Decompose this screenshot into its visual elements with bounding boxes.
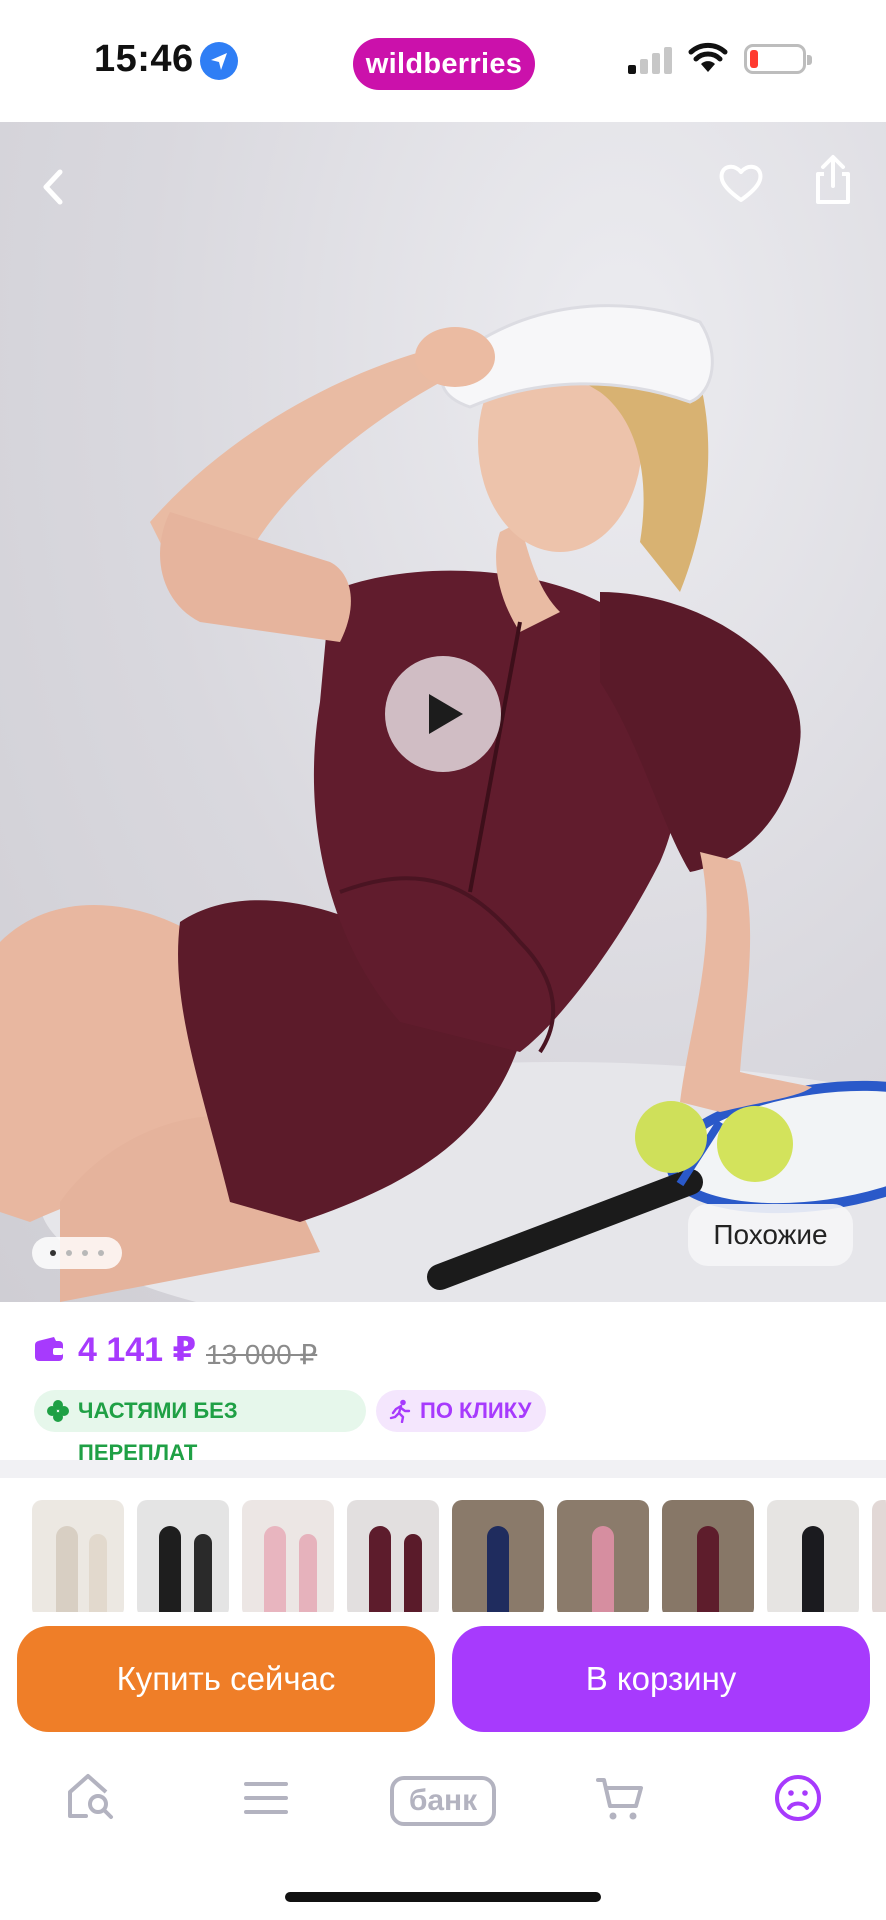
running-person-icon xyxy=(389,1399,411,1423)
cellular-signal-icon xyxy=(628,46,674,74)
installment-badge[interactable]: ЧАСТЯМИ БЕЗ ПЕРЕПЛАТ xyxy=(34,1390,366,1465)
variant-thumbnail[interactable] xyxy=(137,1500,229,1618)
wallet-icon xyxy=(35,1337,63,1361)
tab-profile[interactable] xyxy=(774,1774,822,1827)
installment-badge-label: ЧАСТЯМИ БЕЗ ПЕРЕПЛАТ xyxy=(78,1398,238,1465)
variant-thumbnail[interactable] xyxy=(32,1500,124,1618)
back-chevron-icon xyxy=(43,169,63,205)
product-image-gallery[interactable]: Похожие xyxy=(0,122,886,1302)
variant-thumbnail[interactable] xyxy=(242,1500,334,1618)
one-click-badge-label: ПО КЛИКУ xyxy=(420,1398,532,1423)
variant-thumbnail[interactable] xyxy=(662,1500,754,1618)
color-variants-strip[interactable] xyxy=(0,1478,886,1618)
share-button[interactable] xyxy=(808,152,858,208)
variant-thumbnail[interactable] xyxy=(452,1500,544,1618)
battery-low-icon xyxy=(744,44,812,74)
favorite-button[interactable] xyxy=(716,158,766,208)
current-price: 4 141 ₽ xyxy=(78,1331,197,1369)
catalog-menu-icon xyxy=(244,1782,288,1814)
tab-catalog[interactable] xyxy=(244,1780,288,1821)
play-video-button[interactable] xyxy=(385,656,501,772)
variant-thumbnail[interactable] xyxy=(347,1500,439,1618)
tab-bank[interactable]: банк xyxy=(390,1776,496,1826)
profile-icon xyxy=(775,1775,821,1821)
similar-products-button[interactable]: Похожие xyxy=(688,1204,853,1266)
one-click-badge[interactable]: ПО КЛИКУ xyxy=(376,1390,546,1432)
variant-thumbnail[interactable] xyxy=(872,1500,886,1618)
variant-thumbnail[interactable] xyxy=(557,1500,649,1618)
wifi-icon xyxy=(688,42,728,74)
status-time: 15:46 xyxy=(94,38,194,80)
clover-icon xyxy=(47,1400,69,1422)
heart-icon xyxy=(719,164,763,202)
purchase-actions: Купить сейчас В корзину xyxy=(0,1612,886,1742)
tab-cart[interactable] xyxy=(596,1776,644,1827)
home-search-icon xyxy=(68,1774,113,1819)
gallery-pagination xyxy=(32,1237,122,1269)
add-to-cart-button[interactable]: В корзину xyxy=(452,1626,870,1732)
buy-now-button[interactable]: Купить сейчас xyxy=(17,1626,435,1732)
back-button[interactable] xyxy=(34,162,72,212)
section-divider xyxy=(0,1460,886,1478)
variant-thumbnail[interactable] xyxy=(767,1500,859,1618)
play-icon xyxy=(429,694,463,734)
tab-home[interactable] xyxy=(66,1772,116,1825)
old-price: 13 000 ₽ xyxy=(206,1339,318,1370)
brand-logo[interactable]: wildberries xyxy=(353,38,535,90)
share-icon xyxy=(816,155,850,204)
location-arrow-icon xyxy=(200,42,238,80)
price-section: 4 141 ₽ 13 000 ₽ ЧАСТЯМИ БЕЗ ПЕРЕПЛАТ ПО… xyxy=(0,1302,886,1465)
home-indicator xyxy=(285,1892,601,1902)
status-bar: 15:46 wildberries xyxy=(0,0,886,122)
cart-icon xyxy=(596,1778,643,1820)
